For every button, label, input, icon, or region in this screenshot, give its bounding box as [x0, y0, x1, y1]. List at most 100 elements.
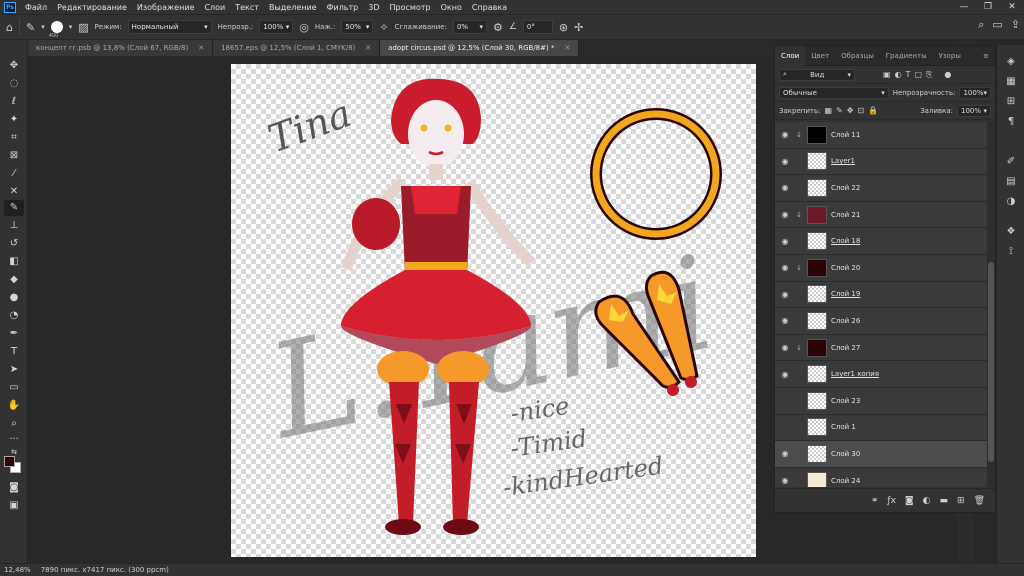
- layer-name[interactable]: Слой 1: [831, 423, 856, 431]
- quick-mask-icon[interactable]: ◙: [4, 480, 24, 496]
- adjustments-panel-icon[interactable]: ⊞: [1004, 95, 1018, 109]
- layer-name[interactable]: Слой 22: [831, 184, 860, 192]
- layer-name[interactable]: Слой 24: [831, 477, 860, 485]
- eye-icon[interactable]: ◉: [775, 157, 795, 166]
- menu-3d[interactable]: 3D: [363, 3, 384, 12]
- layer-thumbnail[interactable]: [807, 311, 827, 330]
- layer-row[interactable]: ◉ Слой 18: [775, 228, 987, 255]
- channels-panel-icon[interactable]: ◑: [1004, 195, 1018, 209]
- new-layer-icon[interactable]: ⊞: [957, 496, 965, 506]
- flow-field[interactable]: 50% ▾: [341, 20, 374, 34]
- fill-field[interactable]: 100% ▾: [957, 104, 991, 117]
- layer-row[interactable]: ◉ Слой 19: [775, 281, 987, 309]
- mode-select[interactable]: Нормальный ▾: [127, 20, 212, 34]
- screen-mode-icon[interactable]: ▣: [4, 498, 24, 514]
- paths-panel-icon[interactable]: ⟟: [1004, 245, 1018, 259]
- pressure-size-icon[interactable]: ⊛: [559, 22, 568, 33]
- lock-position-icon[interactable]: ✥: [847, 106, 854, 115]
- layer-name[interactable]: Слой 23: [831, 397, 860, 405]
- layer-name[interactable]: Слой 27: [831, 344, 860, 352]
- lock-all-icon[interactable]: 🔒: [868, 106, 878, 115]
- zoom-tool-icon[interactable]: ⌕: [4, 416, 24, 432]
- layer-style-icon[interactable]: ƒx: [887, 496, 896, 506]
- eye-icon[interactable]: ◉: [775, 476, 795, 485]
- layer-row[interactable]: ◉ Слой 24: [775, 467, 987, 487]
- libraries-panel-icon[interactable]: ❖: [1004, 225, 1018, 239]
- lock-image-icon[interactable]: ✎: [836, 106, 843, 115]
- filter-adjustment-icon[interactable]: ◐: [895, 70, 902, 79]
- tab-color[interactable]: Цвет: [805, 46, 835, 66]
- filter-shape-icon[interactable]: ▢: [914, 70, 922, 79]
- layer-row[interactable]: ◉ ↓ Слой 21: [775, 201, 987, 229]
- layer-row[interactable]: ◉ ↓ Слой 27: [775, 334, 987, 362]
- layer-row[interactable]: Слой 23: [775, 387, 987, 415]
- brushes-panel-icon[interactable]: ✐: [1004, 155, 1018, 169]
- path-selection-tool-icon[interactable]: ➤: [4, 362, 24, 378]
- brush-preset-picker[interactable]: 400: [49, 21, 63, 39]
- layers-scrollbar[interactable]: [987, 122, 995, 487]
- rectangle-tool-icon[interactable]: ▭: [4, 380, 24, 396]
- smoothing-field[interactable]: 0% ▾: [452, 20, 487, 34]
- lock-transparency-icon[interactable]: ▦: [824, 106, 832, 115]
- lock-artboard-icon[interactable]: ⊡: [857, 106, 864, 115]
- eye-icon[interactable]: ◉: [775, 130, 795, 139]
- tab-gradients[interactable]: Градиенты: [880, 46, 933, 66]
- close-icon[interactable]: ✕: [198, 44, 204, 52]
- layer-thumbnail[interactable]: [807, 365, 827, 384]
- eye-icon[interactable]: ◉: [775, 263, 795, 272]
- menu-select[interactable]: Выделение: [264, 3, 322, 12]
- scrollbar-thumb[interactable]: [988, 262, 994, 462]
- eyedropper-tool-icon[interactable]: ⁄: [4, 166, 24, 182]
- eye-icon[interactable]: ◉: [775, 449, 795, 458]
- layer-name[interactable]: Слой 18: [831, 237, 860, 245]
- eraser-tool-icon[interactable]: ◧: [4, 254, 24, 270]
- adjustment-layer-icon[interactable]: ◐: [923, 496, 931, 506]
- layer-thumbnail[interactable]: [807, 152, 827, 171]
- layer-thumbnail[interactable]: [807, 444, 827, 463]
- layer-name[interactable]: Layer1 копия: [831, 370, 879, 378]
- layer-thumbnail[interactable]: [807, 338, 827, 357]
- eye-icon[interactable]: ◉: [775, 290, 795, 299]
- layer-name[interactable]: Слой 11: [831, 131, 860, 139]
- tab-document-1[interactable]: концепт гг.psb @ 13,8% (Слой 67, RGB/8) ✕: [28, 40, 214, 56]
- menu-window[interactable]: Окно: [436, 3, 467, 12]
- foreground-color-swatch[interactable]: [4, 456, 15, 467]
- airbrush-icon[interactable]: ✧: [379, 22, 388, 33]
- layer-row[interactable]: ◉ ↓ Слой 11: [775, 122, 987, 149]
- dodge-tool-icon[interactable]: ◔: [4, 308, 24, 324]
- brush-tool-icon[interactable]: ✎: [4, 200, 24, 216]
- maximize-button[interactable]: ❐: [976, 0, 1000, 14]
- filter-type-icon[interactable]: T: [906, 70, 911, 79]
- magic-wand-tool-icon[interactable]: ✦: [4, 112, 24, 128]
- type-tool-icon[interactable]: T: [4, 344, 24, 360]
- layer-opacity-field[interactable]: 100% ▾: [959, 86, 991, 99]
- layer-name[interactable]: Слой 26: [831, 317, 860, 325]
- layer-name[interactable]: Layer1: [831, 157, 855, 165]
- eye-icon[interactable]: ◉: [775, 343, 795, 352]
- link-layers-icon[interactable]: ⚭: [871, 496, 879, 506]
- share-icon[interactable]: ⇪: [1011, 19, 1020, 30]
- marquee-tool-icon[interactable]: ◌: [4, 76, 24, 92]
- tab-layers[interactable]: Слои: [775, 45, 806, 66]
- layer-thumbnail[interactable]: [807, 178, 827, 197]
- move-tool-icon[interactable]: ✥: [4, 58, 24, 74]
- menu-layers[interactable]: Слои: [199, 3, 230, 12]
- paint-bucket-tool-icon[interactable]: ◆: [4, 272, 24, 288]
- tab-patterns[interactable]: Узоры: [933, 46, 967, 66]
- healing-tool-icon[interactable]: ✕: [4, 184, 24, 200]
- layer-name[interactable]: Слой 19: [831, 290, 860, 298]
- trash-icon[interactable]: 🗑: [974, 496, 985, 506]
- menu-help[interactable]: Справка: [467, 3, 512, 12]
- eye-icon[interactable]: ◉: [775, 316, 795, 325]
- layer-thumbnail[interactable]: [807, 391, 827, 410]
- tab-document-3[interactable]: adopt circus.psd @ 12,5% (Слой 30, RGB/8…: [380, 40, 580, 56]
- menu-edit[interactable]: Редактирование: [52, 3, 132, 12]
- layer-row[interactable]: ◉ Слой 26: [775, 308, 987, 335]
- brush-settings-panel-icon[interactable]: ▤: [1004, 175, 1018, 189]
- workspace-icon[interactable]: ▭: [992, 19, 1002, 30]
- layer-thumbnail[interactable]: [807, 232, 827, 251]
- layer-thumbnail[interactable]: [807, 418, 827, 437]
- filter-smart-object-icon[interactable]: ⎘: [926, 70, 932, 80]
- layers-panel-icon[interactable]: ◈: [1004, 55, 1018, 69]
- menu-file[interactable]: Файл: [20, 3, 52, 12]
